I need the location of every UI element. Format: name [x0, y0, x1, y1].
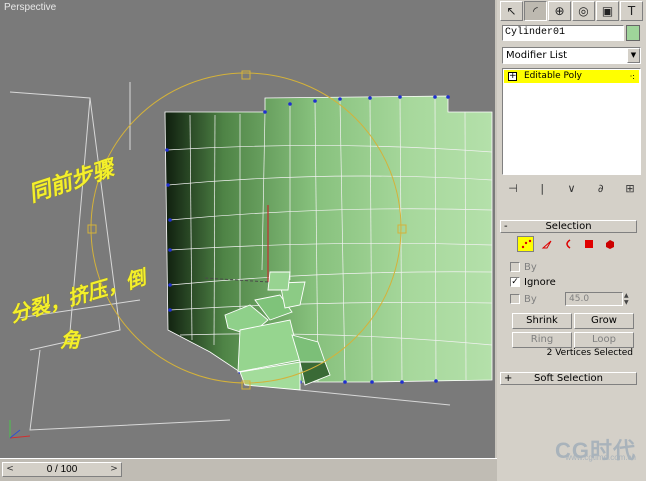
ignore-backfacing-label: Ignore: [524, 276, 556, 288]
selection-rollout-header[interactable]: - Selection: [500, 220, 637, 233]
dropdown-arrow-icon[interactable]: ▼: [627, 48, 640, 63]
selection-status: 2 Vertices Selected: [546, 348, 633, 358]
time-slider[interactable]: < 0 / 100 >: [2, 462, 122, 477]
modifier-stack[interactable]: + Editable Poly ·:: [502, 68, 641, 175]
expand-plus-icon: +: [504, 373, 513, 384]
ignore-backfacing-row: ✓ Ignore: [510, 275, 556, 289]
timeline-bar: < 0 / 100 >: [0, 458, 497, 481]
time-slider-value: 0 / 100: [46, 464, 78, 475]
subobject-level-icons: [517, 236, 618, 252]
cg-watermark: CG时代 www.cgtime.com.cn: [555, 433, 636, 465]
selection-rollout-title: Selection: [545, 221, 592, 232]
by-vertex-label: By: [524, 261, 537, 273]
by-angle-label: By: [524, 293, 537, 305]
shrink-button[interactable]: Shrink: [512, 313, 572, 329]
element-level-icon[interactable]: [601, 236, 618, 252]
object-color-swatch[interactable]: [626, 25, 640, 41]
display-tab-icon[interactable]: ▣: [596, 1, 619, 21]
world-axis-icon: [9, 420, 31, 439]
motion-tab-icon[interactable]: ◎: [572, 1, 595, 21]
by-vertex-row: By: [510, 260, 537, 274]
by-angle-checkbox[interactable]: [510, 294, 520, 304]
object-name-field[interactable]: Cylinder01: [502, 25, 624, 41]
ignore-backfacing-checkbox[interactable]: ✓: [510, 277, 520, 287]
ring-button[interactable]: Ring: [512, 332, 572, 348]
loop-button[interactable]: Loop: [574, 332, 634, 348]
annotation-corner: 角: [60, 328, 80, 352]
angle-spinner[interactable]: 45.0: [565, 292, 623, 306]
by-angle-row: By: [510, 292, 537, 306]
subobject-dots-icon: ·:: [629, 72, 635, 81]
command-panel: ↖ ◜ ⊕ ◎ ▣ T Cylinder01 Modifier List ▼ +…: [497, 0, 646, 481]
viewport-scene[interactable]: [0, 0, 497, 458]
by-vertex-checkbox[interactable]: [510, 262, 520, 272]
time-slider-next-button[interactable]: >: [107, 463, 121, 476]
border-level-icon[interactable]: [559, 236, 576, 252]
command-panel-tabs: ↖ ◜ ⊕ ◎ ▣ T: [500, 1, 643, 21]
perspective-viewport[interactable]: Perspective 同前步骤 分裂，挤压，倒 角: [0, 0, 497, 458]
polygon-level-icon[interactable]: [580, 236, 597, 252]
modify-tab-icon[interactable]: ◜: [524, 1, 547, 21]
modifier-list-dropdown[interactable]: Modifier List ▼: [502, 47, 641, 64]
remove-modifier-icon[interactable]: ∂: [594, 182, 608, 195]
watermark-url: www.cgtime.com.cn: [565, 453, 636, 462]
collapse-minus-icon: -: [504, 221, 508, 232]
vertex-level-icon[interactable]: [517, 236, 534, 252]
gizmo-handle-top[interactable]: [241, 70, 251, 80]
utilities-tab-icon[interactable]: T: [620, 1, 643, 21]
edge-level-icon[interactable]: [538, 236, 555, 252]
stack-item-editable-poly[interactable]: + Editable Poly ·:: [504, 70, 639, 83]
grow-button[interactable]: Grow: [574, 313, 634, 329]
create-tab-icon[interactable]: ↖: [500, 1, 523, 21]
stack-toolbar: ⊣ | ∨ ∂ ⊞: [502, 180, 641, 196]
stack-item-label: Editable Poly: [524, 71, 582, 81]
spinner-arrows-icon[interactable]: ▲ ▼: [624, 292, 632, 306]
gizmo-handle-left[interactable]: [87, 224, 97, 234]
soft-selection-rollout-header[interactable]: + Soft Selection: [500, 372, 637, 385]
pin-stack-icon[interactable]: ⊣: [506, 182, 520, 195]
hierarchy-tab-icon[interactable]: ⊕: [548, 1, 571, 21]
make-unique-icon[interactable]: ∨: [565, 182, 579, 195]
expand-plus-icon[interactable]: +: [508, 72, 517, 81]
configure-sets-icon[interactable]: ⊞: [623, 182, 637, 195]
show-end-result-icon[interactable]: |: [535, 182, 549, 195]
soft-selection-rollout-title: Soft Selection: [534, 373, 603, 384]
modifier-list-label: Modifier List: [506, 50, 568, 61]
